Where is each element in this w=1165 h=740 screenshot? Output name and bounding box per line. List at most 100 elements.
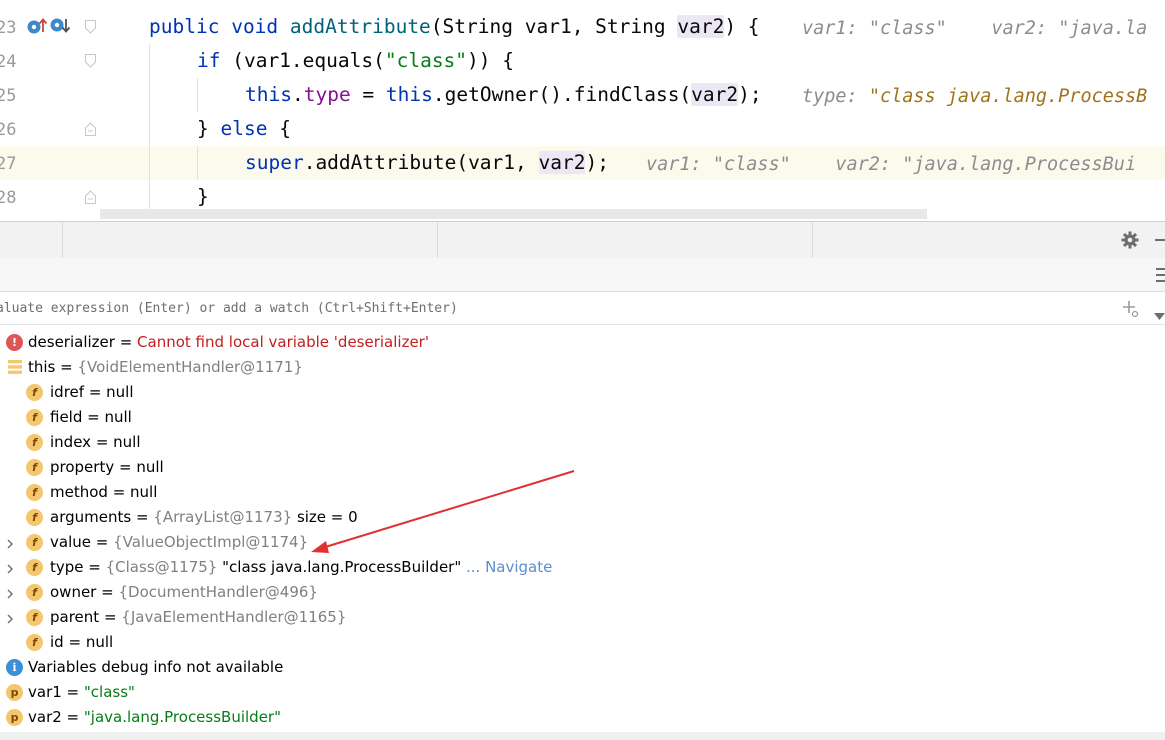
variable-value: null (130, 483, 158, 501)
variable-row-type[interactable]: f type = {Class@1175} "class java.lang.P… (0, 555, 1165, 580)
layout-icon[interactable] (1156, 267, 1165, 287)
variable-row-var2[interactable]: p var2 = "java.lang.ProcessBuilder" (0, 705, 1165, 730)
line-number: 27 (0, 154, 17, 174)
variable-value: null (104, 408, 132, 426)
variable-row-id[interactable]: f id = null (0, 630, 1165, 655)
line-number: 28 (0, 188, 17, 208)
variable-row-property[interactable]: f property = null (0, 455, 1165, 480)
fold-marker-icon[interactable] (85, 121, 96, 136)
variable-row-owner[interactable]: f owner = {DocumentHandler@496} (0, 580, 1165, 605)
horizontal-scrollbar[interactable] (100, 209, 927, 219)
code-editor[interactable]: 23 public void addAttribute(String var1,… (0, 0, 1165, 221)
variable-value: null (85, 633, 114, 651)
variable-row-var1[interactable]: p var1 = "class" (0, 680, 1165, 705)
variable-name: deserializer (28, 333, 115, 351)
variable-row-parent[interactable]: f parent = {JavaElementHandler@1165} (0, 605, 1165, 630)
inline-debug-hint: var1: "class" var2: "java.lang.ProcessBu… (646, 154, 1137, 175)
override-up-icon[interactable] (26, 16, 48, 40)
variable-value: "java.lang.ProcessBuilder" (83, 708, 281, 726)
chevron-right-icon[interactable] (4, 586, 16, 599)
indent-guide (149, 112, 150, 146)
variable-name: idref (50, 383, 85, 401)
variables-toolbar (0, 258, 1165, 292)
variables-tree[interactable]: ! deserializer = Cannot find local varia… (0, 330, 1165, 740)
variable-row-method[interactable]: f method = null (0, 480, 1165, 505)
gear-icon[interactable] (1121, 231, 1139, 253)
variable-ref: {JavaElementHandler@1165} (121, 608, 347, 626)
variable-value: size = 0 (292, 508, 358, 526)
this-object-icon (6, 359, 23, 376)
code-line-24[interactable]: 24 if (var1.equals("class")) { (0, 44, 1165, 78)
indent-guide (197, 78, 198, 112)
add-watch-icon[interactable] (1122, 300, 1140, 322)
override-down-icon[interactable] (49, 16, 71, 40)
navigate-link[interactable]: ... Navigate (461, 558, 552, 576)
field-icon: f (26, 459, 43, 476)
line-number: 25 (0, 86, 17, 106)
code-text: public void addAttribute(String var1, St… (149, 15, 760, 38)
variable-name: property (50, 458, 115, 476)
variable-name: method (50, 483, 108, 501)
variable-row-idref[interactable]: f idref = null (0, 380, 1165, 405)
variable-row-index[interactable]: f index = null (0, 430, 1165, 455)
field-icon: f (26, 609, 43, 626)
code-line-26[interactable]: 26 } else { (0, 112, 1165, 146)
inline-debug-hint: type: "class java.lang.ProcessB (802, 86, 1148, 107)
variable-ref: {DocumentHandler@496} (118, 583, 318, 601)
code-line-25[interactable]: 25 this.type = this.getOwner().findClass… (0, 78, 1165, 112)
inline-debug-hint: var1: "class" var2: "java.la (802, 18, 1148, 39)
field-icon: f (26, 384, 43, 401)
minimize-icon[interactable] (1155, 239, 1165, 241)
fold-marker-icon[interactable] (85, 189, 96, 204)
variable-name: type (50, 558, 84, 576)
dropdown-arrow-icon[interactable] (1154, 305, 1165, 324)
indent-guide (197, 146, 198, 180)
chevron-right-icon[interactable] (4, 611, 16, 624)
variable-name: arguments (50, 508, 132, 526)
info-icon: i (6, 659, 23, 676)
evaluate-expression-bar (0, 292, 1165, 325)
evaluate-expression-input[interactable] (0, 292, 1096, 324)
tab-divider (437, 222, 438, 258)
variable-ref: {ValueObjectImpl@1174} (113, 533, 309, 551)
indent-guide (149, 44, 150, 78)
line-number: 23 (0, 18, 17, 38)
variable-name: id (50, 633, 64, 651)
variable-row-this[interactable]: this = {VoidElementHandler@1171} (0, 355, 1165, 380)
parameter-icon: p (6, 709, 23, 726)
fold-marker-icon[interactable] (85, 53, 96, 68)
field-icon: f (26, 509, 43, 526)
variable-value: "class java.lang.ProcessBuilder" (217, 558, 462, 576)
code-line-23[interactable]: 23 public void addAttribute(String var1,… (0, 10, 1165, 44)
variable-value: null (136, 458, 164, 476)
code-text: } else { (197, 117, 291, 140)
variable-row-deserializer[interactable]: ! deserializer = Cannot find local varia… (0, 330, 1165, 355)
variable-name: this (28, 358, 56, 376)
line-number: 26 (0, 120, 17, 140)
field-icon: f (26, 534, 43, 551)
chevron-right-icon[interactable] (4, 536, 16, 549)
field-icon: f (26, 434, 43, 451)
field-icon: f (26, 584, 43, 601)
status-strip (0, 732, 1165, 740)
chevron-right-icon[interactable] (4, 561, 16, 574)
fold-marker-icon[interactable] (85, 19, 96, 34)
variable-name: value (50, 533, 91, 551)
variable-name: index (50, 433, 92, 451)
variable-name: owner (50, 583, 97, 601)
variable-value: {VoidElementHandler@1171} (77, 358, 303, 376)
variable-value: Cannot find local variable 'deserializer… (137, 333, 429, 351)
variable-ref: {Class@1175} (105, 558, 218, 576)
variable-value: null (106, 383, 134, 401)
variable-row-field[interactable]: f field = null (0, 405, 1165, 430)
variable-row-value[interactable]: f value = {ValueObjectImpl@1174} (0, 530, 1165, 555)
code-text: super.addAttribute(var1, var2); (245, 151, 609, 174)
code-text: if (var1.equals("class")) { (197, 49, 515, 72)
code-line-27-current[interactable]: 27 super.addAttribute(var1, var2); var1:… (0, 146, 1165, 180)
variable-row-arguments[interactable]: f arguments = {ArrayList@1173} size = 0 (0, 505, 1165, 530)
info-text: Variables debug info not available (28, 658, 284, 676)
line-number: 24 (0, 52, 17, 72)
indent-guide (149, 146, 150, 180)
tab-divider (62, 222, 63, 258)
code-text: } (197, 185, 209, 208)
